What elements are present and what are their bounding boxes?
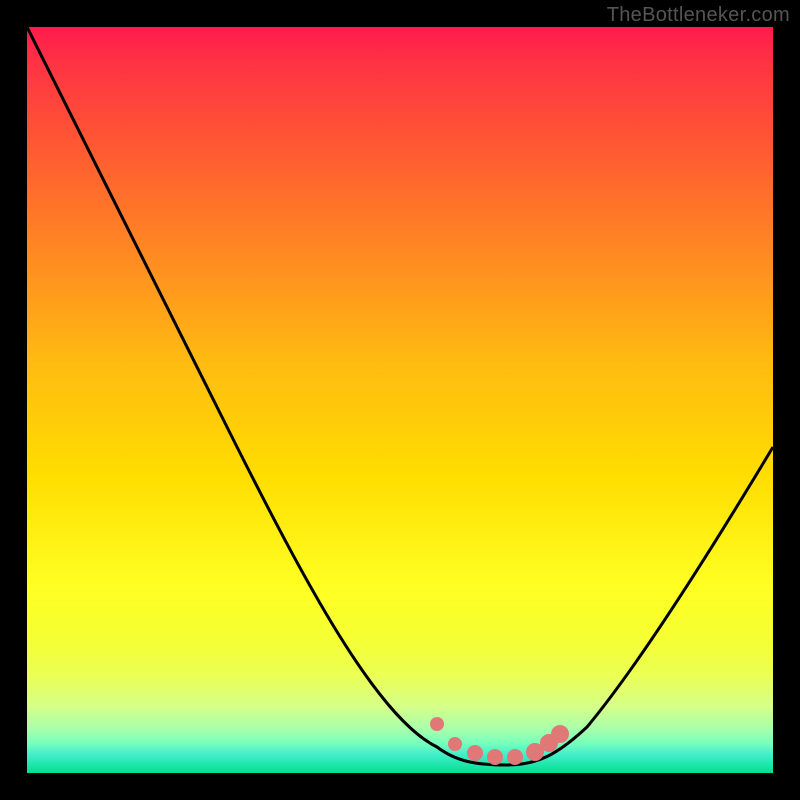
marker-point xyxy=(467,745,483,761)
marker-point xyxy=(507,749,523,765)
marker-point xyxy=(430,717,444,731)
marker-point xyxy=(487,749,503,765)
marker-group xyxy=(430,717,569,765)
chart-plot-area xyxy=(27,27,773,773)
marker-point xyxy=(551,725,569,743)
watermark-text: TheBottleneker.com xyxy=(607,4,790,27)
bottleneck-curve xyxy=(27,27,773,765)
chart-frame: TheBottleneker.com xyxy=(0,0,800,800)
marker-point xyxy=(448,737,462,751)
